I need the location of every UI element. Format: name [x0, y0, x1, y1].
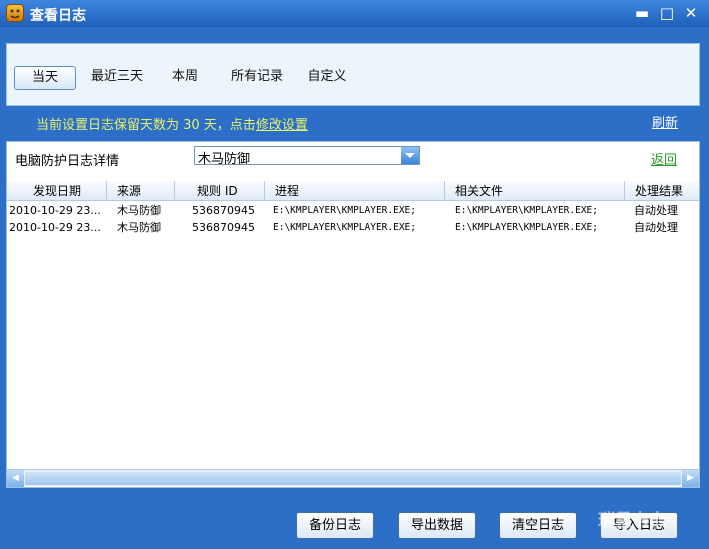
watermark: 瑞星卡卡 [596, 506, 706, 544]
date-filter-panel: 当天 最近三天 本周 所有记录 自定义 [6, 43, 700, 106]
cell-date: 2010-10-29 23... [9, 204, 101, 217]
cell-related-file: E:\KMPLAYER\KMPLAYER.EXE; [455, 205, 598, 216]
cell-rule-id: 536870945 [192, 221, 255, 234]
backup-log-button[interactable]: 备份日志 [296, 512, 374, 539]
column-header-process[interactable]: 进程 [265, 181, 445, 201]
chevron-down-icon[interactable] [401, 147, 419, 164]
window-title: 查看日志 [30, 8, 86, 24]
cell-result: 自动处理 [634, 204, 678, 217]
tab-custom[interactable]: 自定义 [305, 66, 349, 90]
table-row[interactable]: 2010-10-29 23... 木马防御 536870945 E:\KMPLA… [7, 202, 699, 219]
detail-label: 电脑防护日志详情 [15, 154, 120, 169]
retention-notice-text: 当前设置日志保留天数为 30 天，点击 [36, 118, 256, 133]
table-header: 发现日期 来源 规则 ID 进程 相关文件 处理结果 [7, 181, 699, 201]
tab-today[interactable]: 当天 [14, 66, 76, 90]
app-shield-icon [6, 4, 24, 22]
column-header-date[interactable]: 发现日期 [7, 181, 107, 201]
column-header-source[interactable]: 来源 [107, 181, 175, 201]
cell-source: 木马防御 [117, 204, 161, 217]
log-detail-panel: 电脑防护日志详情 木马防御 返回 发现日期 来源 规则 ID 进程 相关文件 处… [6, 141, 700, 488]
clear-log-button[interactable]: 清空日志 [499, 512, 577, 539]
log-type-select[interactable]: 木马防御 [194, 146, 420, 167]
close-icon[interactable]: ✕ [682, 4, 700, 22]
cell-process: E:\KMPLAYER\KMPLAYER.EXE; [273, 222, 416, 233]
tab-this-week[interactable]: 本周 [167, 66, 203, 90]
tab-last-three-days[interactable]: 最近三天 [87, 66, 147, 90]
cell-rule-id: 536870945 [192, 204, 255, 217]
cell-process: E:\KMPLAYER\KMPLAYER.EXE; [273, 205, 416, 216]
log-viewer-window: 查看日志 ▬ □ ✕ 当天 最近三天 本周 所有记录 自定义 当前设置日志保留天… [0, 0, 709, 549]
retention-notice: 当前设置日志保留天数为 30 天，点击修改设置 [36, 114, 308, 133]
scrollbar-thumb[interactable] [25, 472, 681, 485]
modify-settings-link[interactable]: 修改设置 [256, 118, 308, 133]
watermark-text: 瑞星卡卡 [598, 510, 666, 531]
column-header-result[interactable]: 处理结果 [625, 181, 699, 201]
cell-result: 自动处理 [634, 221, 678, 234]
back-link[interactable]: 返回 [651, 149, 677, 168]
cell-date: 2010-10-29 23... [9, 221, 101, 234]
column-header-rule-id[interactable]: 规则 ID [175, 181, 265, 201]
title-bar: 查看日志 ▬ □ ✕ [0, 0, 709, 27]
minimize-icon[interactable]: ▬ [633, 4, 651, 22]
horizontal-scrollbar[interactable]: ◀ ▶ [7, 469, 699, 487]
column-header-related-file[interactable]: 相关文件 [445, 181, 625, 201]
refresh-link[interactable]: 刷新 [652, 112, 678, 131]
cell-source: 木马防御 [117, 221, 161, 234]
maximize-icon[interactable]: □ [658, 4, 676, 22]
table-row[interactable]: 2010-10-29 23... 木马防御 536870945 E:\KMPLA… [7, 219, 699, 236]
scroll-left-icon[interactable]: ◀ [7, 470, 24, 487]
tab-all-records[interactable]: 所有记录 [228, 66, 286, 90]
scroll-right-icon[interactable]: ▶ [682, 470, 699, 487]
log-type-select-value: 木马防御 [198, 152, 251, 167]
export-data-button[interactable]: 导出数据 [398, 512, 476, 539]
cell-related-file: E:\KMPLAYER\KMPLAYER.EXE; [455, 222, 598, 233]
